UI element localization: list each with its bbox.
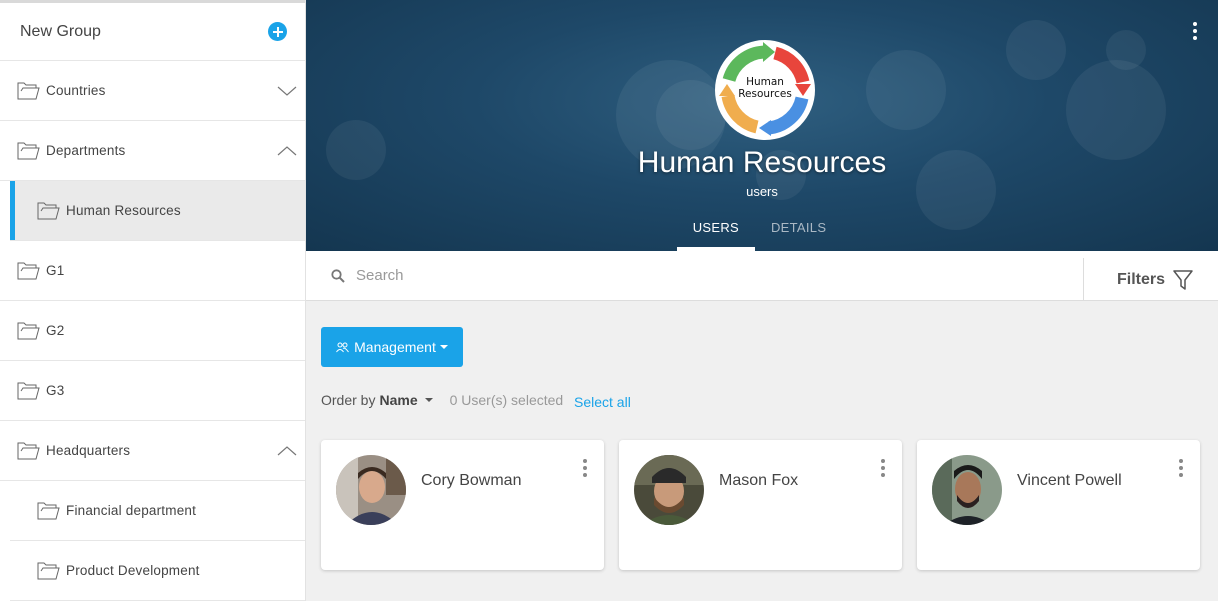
chevron-up-icon[interactable] xyxy=(277,145,297,157)
chevron-down-icon[interactable] xyxy=(277,85,297,97)
folder-icon xyxy=(17,262,40,279)
selected-count: 0 User(s) selected xyxy=(449,392,564,408)
filters-label: Filters xyxy=(1117,270,1166,288)
caret-down-icon xyxy=(439,345,448,349)
sidebar-item-g3[interactable]: G3 xyxy=(0,361,305,421)
avatar xyxy=(336,455,406,525)
user-name: Mason Fox xyxy=(719,472,799,489)
user-more-icon[interactable] xyxy=(1178,459,1184,480)
user-name: Cory Bowman xyxy=(421,472,522,489)
avatar xyxy=(634,455,704,525)
sidebar-item-label: G3 xyxy=(46,383,65,398)
group-tabs: USERS DETAILS xyxy=(306,220,1218,251)
sidebar-item-human-resources[interactable]: Human Resources xyxy=(10,181,305,241)
sidebar-item-label: Human Resources xyxy=(66,203,181,218)
sidebar-item-departments[interactable]: Departments xyxy=(0,121,305,181)
sidebar-item-g2[interactable]: G2 xyxy=(0,301,305,361)
sidebar-item-label: G2 xyxy=(46,323,65,338)
group-subtitle: users xyxy=(746,184,778,199)
management-button[interactable]: Management xyxy=(321,327,463,367)
sidebar-item-financial-department[interactable]: Financial department xyxy=(10,481,305,541)
user-card[interactable]: Mason Fox xyxy=(619,440,902,570)
group-sidebar: New Group Countries Departments Human Re… xyxy=(0,0,306,601)
order-by-value[interactable]: Name xyxy=(379,392,417,408)
bokeh-decoration xyxy=(1066,60,1166,160)
search-bar: Filters xyxy=(306,251,1218,301)
folder-icon xyxy=(37,502,60,519)
management-label: Management xyxy=(354,339,436,355)
sidebar-item-product-development[interactable]: Product Development xyxy=(10,541,305,601)
add-group-icon[interactable] xyxy=(268,22,287,41)
people-icon xyxy=(336,342,350,352)
sidebar-item-label: Countries xyxy=(46,83,106,98)
tab-users[interactable]: USERS xyxy=(676,220,756,251)
user-card[interactable]: Vincent Powell xyxy=(917,440,1200,570)
folder-icon xyxy=(37,202,60,219)
sidebar-item-label: Headquarters xyxy=(46,443,131,458)
search-input[interactable] xyxy=(356,267,1056,284)
folder-icon xyxy=(17,82,40,99)
sidebar-item-label: Financial department xyxy=(66,503,197,518)
folder-icon xyxy=(17,142,40,159)
user-more-icon[interactable] xyxy=(582,459,588,480)
logo-caption: Human Resources xyxy=(715,76,815,100)
order-by-label: Order by xyxy=(321,392,376,408)
group-title: Human Resources xyxy=(637,146,887,179)
bokeh-decoration xyxy=(1006,20,1066,80)
bokeh-decoration xyxy=(1106,30,1146,70)
folder-icon xyxy=(17,382,40,399)
user-name: Vincent Powell xyxy=(1017,472,1122,489)
select-all-link[interactable]: Select all xyxy=(574,394,631,410)
sidebar-title: New Group xyxy=(20,22,101,40)
sidebar-item-g1[interactable]: G1 xyxy=(0,241,305,301)
tab-details[interactable]: DETAILS xyxy=(755,220,842,251)
banner-more-icon[interactable] xyxy=(1192,22,1198,43)
bokeh-decoration xyxy=(866,50,946,130)
chevron-up-icon[interactable] xyxy=(277,445,297,457)
filters-button[interactable]: Filters xyxy=(1083,258,1218,301)
sidebar-item-headquarters[interactable]: Headquarters xyxy=(0,421,305,481)
sidebar-item-countries[interactable]: Countries xyxy=(0,61,305,121)
group-banner: Human Resources Human Resources users US… xyxy=(306,0,1218,251)
order-by-control: Order by Name 0 User(s) selected xyxy=(321,392,563,408)
sidebar-item-label: Product Development xyxy=(66,563,200,578)
sidebar-header: New Group xyxy=(0,0,305,61)
folder-icon xyxy=(17,442,40,459)
caret-down-icon[interactable] xyxy=(424,398,433,402)
funnel-icon xyxy=(1173,269,1193,290)
folder-icon xyxy=(37,562,60,579)
group-logo: Human Resources xyxy=(715,40,815,140)
avatar xyxy=(932,455,1002,525)
sidebar-item-label: Departments xyxy=(46,143,126,158)
logo-line-2: Resources xyxy=(738,88,792,100)
logo-line-1: Human xyxy=(746,76,784,88)
folder-icon xyxy=(17,322,40,339)
search-icon xyxy=(331,268,345,283)
sidebar-item-label: G1 xyxy=(46,263,65,278)
user-card[interactable]: Cory Bowman xyxy=(321,440,604,570)
user-more-icon[interactable] xyxy=(880,459,886,480)
